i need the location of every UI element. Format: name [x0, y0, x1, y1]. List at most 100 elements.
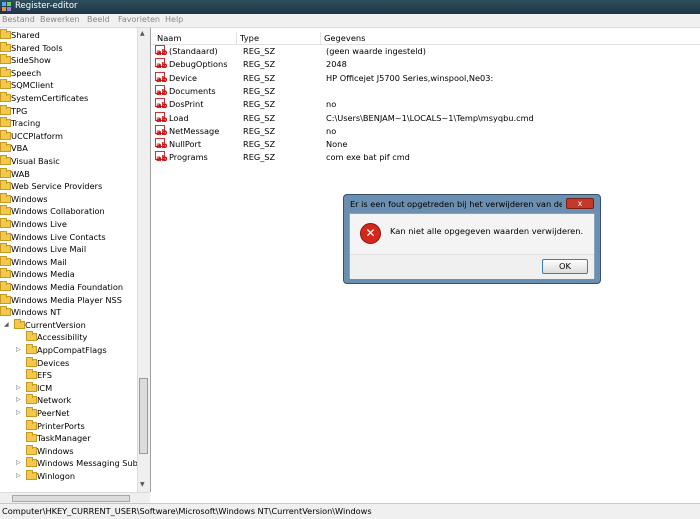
tree-item[interactable]: Shared — [0, 29, 150, 42]
tree-item[interactable]: Shared Tools — [0, 41, 150, 55]
error-dialog: Er is een fout opgetreden bij het verwij… — [343, 194, 601, 284]
value-row[interactable]: ab DosPrint REG_SZ no — [151, 98, 700, 111]
tree-item[interactable]: Windows — [26, 444, 150, 458]
scroll-up-icon[interactable]: ▲ — [140, 30, 145, 37]
menu-favorieten[interactable]: Favorieten — [118, 15, 160, 24]
string-value-icon: ab — [155, 98, 168, 111]
expand-arrow-icon[interactable]: ▷ — [16, 396, 21, 403]
expand-arrow-icon[interactable]: ▷ — [16, 409, 21, 416]
tree-item[interactable]: ▷ ICM — [16, 381, 150, 395]
column-header-type[interactable]: Type — [237, 32, 321, 44]
tree-item[interactable]: ▷ Windows Messaging Subsy — [16, 457, 150, 470]
tree-item[interactable]: SQMClient — [0, 79, 150, 92]
tree-item[interactable]: ▷ Winlogon — [16, 470, 150, 483]
tree-item-label: PeerNet — [37, 408, 70, 418]
tree-item-label: PrinterPorts — [37, 420, 85, 431]
tree-item[interactable]: Windows NT — [0, 306, 150, 319]
ok-button[interactable]: OK — [542, 259, 588, 274]
expand-arrow-icon[interactable]: ▷ — [16, 472, 21, 479]
tree-item[interactable]: VBA — [0, 142, 150, 155]
value-row[interactable]: ab NetMessage REG_SZ no — [151, 124, 700, 138]
expand-arrow-icon[interactable]: ▷ — [16, 346, 21, 353]
value-row[interactable]: ab (Standaard) REG_SZ (geen waarde ingestel… — [151, 45, 700, 58]
tree-item[interactable]: ▷ PeerNet — [16, 407, 150, 420]
tree-item[interactable]: Accessibility — [26, 331, 150, 344]
tree-item[interactable]: Windows Media Player NSS — [0, 293, 150, 307]
tree-item[interactable]: Visual Basic — [0, 155, 150, 168]
folder-icon — [0, 117, 11, 128]
tree-item[interactable]: Windows Live — [0, 218, 150, 231]
folder-icon — [26, 470, 37, 480]
value-name: (Standaard) — [169, 46, 218, 56]
folder-icon — [0, 192, 11, 203]
tree-item[interactable]: Windows Media — [0, 268, 150, 281]
folder-icon — [26, 407, 37, 417]
folder-icon — [0, 79, 11, 90]
tree-item-label: Windows Messaging Subsy — [37, 458, 147, 469]
folder-icon — [26, 457, 37, 468]
tree-item-label: SystemCertificates — [11, 93, 89, 103]
title-bar: Register-editor — [0, 0, 700, 14]
status-bar: Computer\HKEY_CURRENT_USER\Software\Micr… — [0, 503, 700, 519]
value-row[interactable]: ab NullPort REG_SZ None — [151, 138, 700, 151]
column-header-name[interactable]: Naam — [154, 32, 237, 44]
scroll-thumb[interactable] — [139, 378, 148, 454]
folder-icon — [0, 41, 11, 52]
value-name: Load — [169, 112, 189, 123]
tree-item[interactable]: TaskManager — [26, 432, 150, 445]
tree-item-label: EFS — [37, 370, 52, 381]
folder-icon — [26, 331, 37, 342]
value-name: DebugOptions — [169, 59, 228, 70]
tree-item-label: Windows — [37, 445, 74, 456]
column-header-data[interactable]: Gegevens — [321, 32, 700, 44]
tree-item[interactable]: Windows Live Contacts — [0, 230, 150, 244]
folder-icon — [26, 444, 37, 455]
tree-item[interactable]: SystemCertificates — [0, 92, 150, 105]
tree-item-label: Tracing — [11, 118, 41, 129]
collapse-arrow-icon[interactable]: ◢ — [4, 321, 9, 328]
tree-item[interactable]: WAB — [0, 167, 150, 181]
folder-icon — [0, 306, 11, 317]
value-row[interactable]: ab Device REG_SZ HP Officejet J5700 Series,… — [151, 71, 700, 85]
string-value-icon: ab — [155, 84, 168, 97]
tree-item[interactable]: TPG — [0, 104, 150, 118]
tree-item[interactable]: Speech — [0, 66, 150, 80]
tree-item[interactable]: Web Service Providers — [0, 180, 150, 193]
tree-item-label: Speech — [11, 67, 42, 78]
close-icon[interactable]: x — [566, 198, 594, 209]
tree-item[interactable]: Tracing — [0, 117, 150, 130]
value-data: com exe bat pif cmd — [326, 152, 410, 163]
value-row[interactable]: ab Programs REG_SZ com exe bat pif cmd — [151, 151, 700, 164]
tree-item[interactable]: Devices — [26, 356, 150, 370]
tree-item[interactable]: ▷ AppCompatFlags — [16, 344, 150, 357]
folder-icon — [0, 29, 11, 39]
menu-bewerken[interactable]: Bewerken — [40, 15, 80, 24]
tree-item[interactable]: Windows — [0, 192, 150, 206]
menu-beeld[interactable]: Beeld — [87, 15, 110, 24]
tree-item-label: Visual Basic — [11, 156, 60, 166]
horizontal-scroll-thumb[interactable] — [12, 495, 130, 502]
expand-arrow-icon[interactable]: ▷ — [16, 459, 21, 466]
tree-item[interactable]: UCCPlatform — [0, 129, 150, 143]
tree-item[interactable]: SideShow — [0, 54, 150, 67]
value-data: no — [326, 125, 337, 136]
value-row[interactable]: ab Load REG_SZ C:\Users\BENJAM~1\LOCALS~1\T… — [151, 111, 700, 125]
tree-item[interactable]: Windows Live Mail — [0, 243, 150, 256]
scroll-down-icon[interactable]: ▼ — [140, 481, 145, 488]
tree-item[interactable]: Windows Mail — [0, 255, 150, 269]
tree-scrollbar[interactable]: ▲ ▼ — [137, 28, 150, 492]
expand-arrow-icon[interactable]: ▷ — [16, 384, 21, 391]
tree-item[interactable]: Windows Collaboration — [0, 205, 150, 218]
value-row[interactable]: ab Documents REG_SZ — [151, 84, 700, 98]
tree-item[interactable]: ▷ Network — [16, 394, 150, 407]
tree-item[interactable]: PrinterPorts — [26, 419, 150, 433]
tree-item[interactable]: ◢ CurrentVersion — [4, 318, 150, 332]
menu-help[interactable]: Help — [165, 15, 183, 24]
tree-item[interactable]: Windows Media Foundation — [0, 281, 150, 294]
value-row[interactable]: ab DebugOptions REG_SZ 2048 — [151, 58, 700, 71]
registry-tree[interactable]: Shared Shared Tools SideShow Speech SQMClien… — [0, 28, 151, 492]
tree-item[interactable]: EFS — [26, 369, 150, 382]
folder-icon — [0, 66, 11, 77]
folder-icon — [0, 92, 11, 102]
menu-bestand[interactable]: Bestand — [2, 15, 35, 24]
